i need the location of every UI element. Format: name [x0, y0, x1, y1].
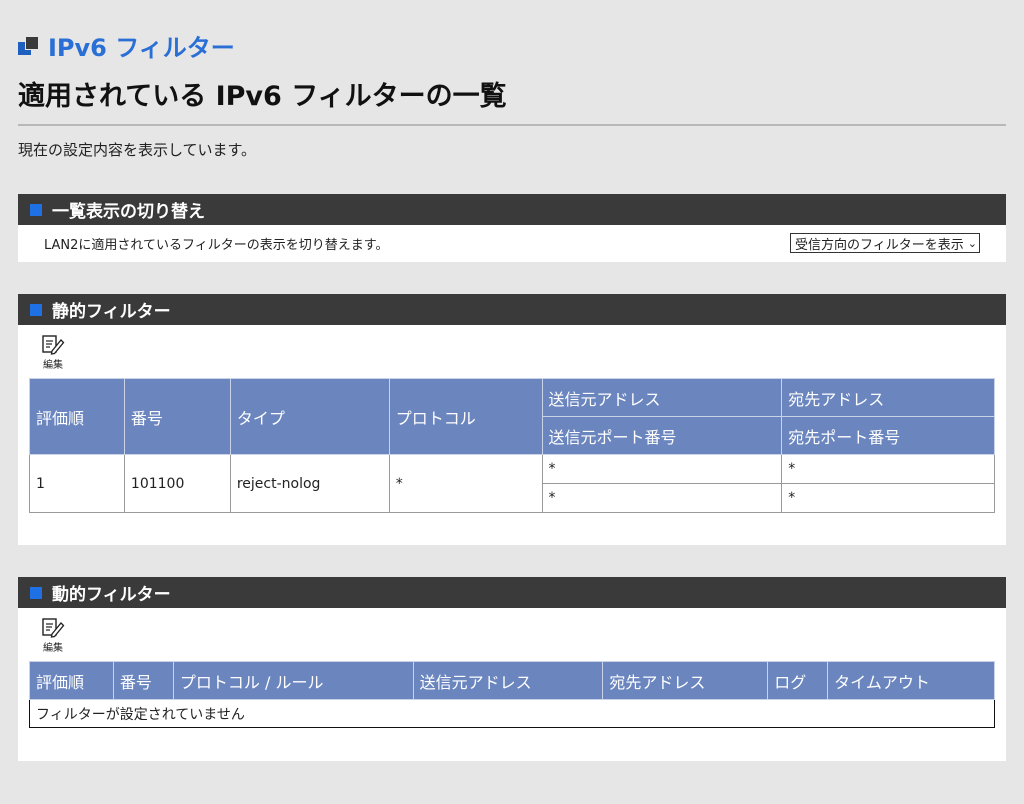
col-order: 評価順 — [29, 378, 125, 455]
cell-order: 1 — [29, 454, 125, 513]
col-number: 番号 — [112, 661, 174, 700]
chevron-down-icon: ⌄ — [967, 236, 977, 250]
table-row: 1 101100 reject-nolog * * * — [29, 454, 995, 513]
dynamic-edit-label: 編集 — [43, 643, 63, 654]
select-value: 受信方向のフィルターを表示 — [795, 237, 964, 253]
col-src-port: 送信元ポート番号 — [541, 416, 783, 455]
col-src-addr: 送信元アドレス — [412, 661, 604, 700]
panel-marker-icon — [30, 303, 42, 316]
col-dst-port: 宛先ポート番号 — [781, 416, 995, 455]
switch-row: LAN2に適用されているフィルターの表示を切り替えます。 受信方向のフィルターを… — [18, 225, 1006, 261]
brand: IPv6 フィルター — [18, 28, 235, 63]
cell-src-port: * — [541, 483, 783, 513]
page-description: 現在の設定内容を表示しています。 — [18, 141, 257, 159]
switch-panel: 一覧表示の切り替え LAN2に適用されているフィルターの表示を切り替えます。 受… — [18, 194, 1006, 262]
col-type: タイプ — [229, 378, 390, 455]
switch-panel-header: 一覧表示の切り替え — [18, 194, 1006, 225]
page-header: IPv6 フィルター — [18, 28, 235, 63]
cell-number: 101100 — [123, 454, 231, 513]
static-edit-label: 編集 — [43, 360, 63, 371]
table-row: フィルターが設定されていません — [29, 699, 995, 728]
cell-protocol: * — [388, 454, 543, 513]
static-filter-table: 評価順 番号 タイプ プロトコル 送信元アドレス 宛先アドレス 送信元ポート番号… — [29, 378, 995, 513]
switch-description: LAN2に適用されているフィルターの表示を切り替えます。 — [44, 237, 389, 253]
panel-marker-icon — [30, 203, 42, 216]
section-icon — [18, 35, 39, 56]
panel-marker-icon — [30, 586, 42, 599]
static-filter-panel: 静的フィルター 編集 評価順 番号 タイプ プロトコル 送信元アドレス 宛先アド… — [18, 294, 1006, 545]
switch-panel-title: 一覧表示の切り替え — [52, 202, 205, 222]
col-dst-addr: 宛先アドレス — [781, 378, 995, 417]
col-dst-addr: 宛先アドレス — [602, 661, 769, 700]
col-src-addr: 送信元アドレス — [541, 378, 783, 417]
dynamic-edit-button[interactable]: 編集 — [38, 617, 68, 654]
col-order: 評価順 — [29, 661, 114, 700]
col-log: ログ — [767, 661, 829, 700]
static-panel-header: 静的フィルター — [18, 294, 1006, 325]
edit-icon — [42, 618, 65, 638]
cell-src-addr: * — [541, 454, 783, 484]
filter-direction-select[interactable]: 受信方向のフィルターを表示 ⌄ — [790, 233, 980, 253]
col-protocol: プロトコル — [388, 378, 543, 455]
cell-dst-addr: * — [781, 454, 995, 484]
cell-dst-port: * — [781, 483, 995, 513]
empty-message: フィルターが設定されていません — [29, 699, 995, 728]
static-panel-title: 静的フィルター — [52, 302, 171, 322]
col-protocol-rule: プロトコル / ルール — [172, 661, 414, 700]
brand-title: IPv6 フィルター — [48, 34, 235, 62]
dynamic-panel-title: 動的フィルター — [52, 585, 171, 605]
dynamic-filter-panel: 動的フィルター 編集 評価順 番号 プロトコル / ルール 送信元アドレス 宛先… — [18, 577, 1006, 761]
col-number: 番号 — [123, 378, 231, 455]
dynamic-panel-header: 動的フィルター — [18, 577, 1006, 608]
static-edit-button[interactable]: 編集 — [38, 334, 68, 371]
col-timeout: タイムアウト — [827, 661, 995, 700]
divider — [18, 124, 1006, 126]
dynamic-filter-table: 評価順 番号 プロトコル / ルール 送信元アドレス 宛先アドレス ログ タイム… — [29, 661, 995, 728]
page-title: 適用されている IPv6 フィルターの一覧 — [18, 81, 507, 112]
cell-type: reject-nolog — [229, 454, 390, 513]
edit-icon — [42, 335, 65, 355]
